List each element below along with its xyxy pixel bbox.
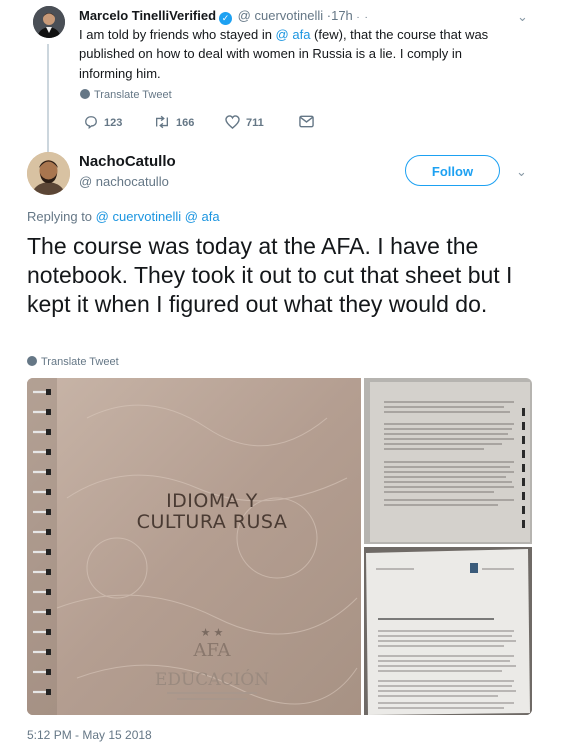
retweet-button[interactable]: 166 — [154, 115, 194, 129]
parent-caret-icon[interactable]: ⌄ — [517, 9, 528, 25]
globe-icon — [27, 356, 37, 366]
notebook-background — [27, 378, 361, 715]
like-button[interactable]: 711 — [225, 115, 264, 129]
like-count: 711 — [246, 117, 264, 129]
retweet-count: 166 — [176, 117, 195, 129]
main-author-handle[interactable]: @ nachocatullo — [79, 174, 169, 189]
media-grid: IDIOMA Y CULTURA RUSA ★ ★ AFA EDUCACIÓN — [27, 378, 532, 715]
replying-to: Replying to @ cuervotinelli @ afa — [27, 209, 220, 224]
replying-prefix: Replying to — [27, 209, 96, 224]
retweet-icon — [156, 115, 168, 129]
main-translate-button[interactable]: Translate Tweet — [27, 356, 119, 368]
media-photo-page-2[interactable] — [364, 547, 532, 715]
follow-button[interactable]: Follow — [405, 155, 500, 186]
heart-icon — [225, 115, 240, 129]
media-photo-page-1[interactable] — [364, 378, 532, 544]
replying-mention-1[interactable]: @ cuervotinelli — [96, 209, 181, 224]
document-page-image — [364, 547, 532, 715]
afa-logo: AFA — [193, 640, 231, 661]
reply-button[interactable]: 123 — [84, 115, 123, 130]
message-button[interactable] — [299, 115, 320, 128]
notebook-footer-line — [167, 692, 257, 694]
replying-mention-2[interactable]: @ afa — [185, 209, 220, 224]
translate-label: Translate Tweet — [41, 356, 119, 368]
parent-translate-button[interactable]: Translate Tweet — [80, 89, 172, 101]
main-author-name[interactable]: NachoCatullo — [79, 153, 176, 170]
envelope-icon — [299, 115, 314, 128]
notebook-footer-line — [177, 698, 247, 700]
parent-header: Marcelo TinelliVerified ✓ @ cuervotinelli… — [79, 8, 369, 25]
parent-tweet-text: I am told by friends who stayed in @ afa… — [79, 25, 519, 83]
main-caret-icon[interactable]: ⌄ — [516, 164, 527, 180]
media-photo-notebook[interactable]: IDIOMA Y CULTURA RUSA ★ ★ AFA EDUCACIÓN — [27, 378, 361, 715]
notebook-stars: ★ ★ — [200, 627, 224, 639]
translate-label: Translate Tweet — [94, 89, 172, 101]
parent-author-name[interactable]: Marcelo Tinelli — [79, 8, 169, 23]
tweet-timestamp[interactable]: 5:12 PM - May 15 2018 — [27, 728, 152, 742]
parent-author-handle[interactable]: @ cuervotinelli — [238, 8, 323, 23]
document-page-image — [370, 382, 530, 542]
parent-avatar[interactable] — [33, 6, 65, 38]
verified-icon: ✓ — [219, 12, 233, 25]
main-avatar[interactable] — [27, 152, 70, 195]
parent-text-part: I am told by friends who stayed in — [79, 27, 276, 42]
parent-verified-label: Verified — [169, 8, 217, 23]
more-dots-icon: · · — [356, 12, 369, 23]
main-tweet-text: The course was today at the AFA. I have … — [27, 233, 513, 317]
reply-count: 123 — [104, 117, 123, 129]
spiral-binding-icon — [33, 389, 51, 695]
notebook-title-line1: IDIOMA Y — [166, 490, 258, 512]
parent-mention-link[interactable]: @ afa — [276, 27, 311, 42]
parent-time[interactable]: 17h — [331, 8, 353, 23]
notebook-title: IDIOMA Y CULTURA RUSA — [122, 491, 302, 533]
thread-line — [47, 44, 49, 154]
notebook-title-line2: CULTURA RUSA — [136, 511, 288, 533]
reply-icon — [85, 116, 97, 130]
notebook-footer: EDUCACIÓN — [154, 670, 270, 690]
globe-icon — [80, 89, 90, 99]
